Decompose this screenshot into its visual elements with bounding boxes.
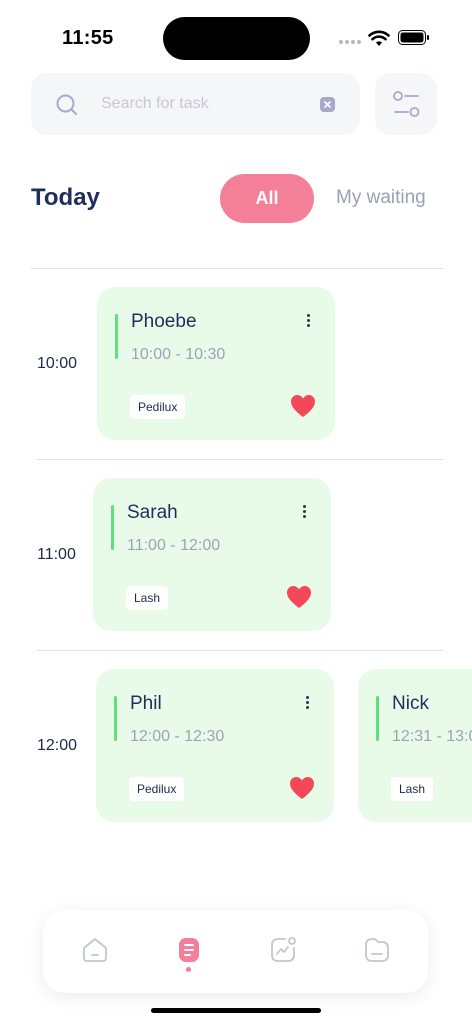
search-box[interactable] [31, 73, 360, 135]
search-input[interactable] [101, 91, 301, 117]
bottom-nav [43, 910, 428, 993]
heart-icon[interactable] [286, 585, 312, 609]
signal-icon [339, 40, 361, 44]
appointment-card-phil[interactable]: Phil 12:00 - 12:30 Pedilux [96, 669, 334, 822]
divider [37, 650, 443, 651]
service-tag: Pedilux [129, 777, 185, 801]
tab-my-waiting[interactable]: My waiting [336, 187, 426, 209]
more-options-icon[interactable] [305, 314, 311, 328]
divider [37, 459, 443, 460]
heart-icon[interactable] [290, 394, 316, 418]
dynamic-island [163, 17, 310, 60]
folder-icon[interactable] [363, 936, 391, 964]
service-tag: Lash [391, 777, 434, 801]
home-icon[interactable] [81, 936, 109, 964]
appointment-card-phoebe[interactable]: Phoebe 10:00 - 10:30 Pedilux [97, 287, 335, 440]
client-name: Nick [392, 693, 429, 714]
card-accent-bar [111, 505, 114, 550]
card-accent-bar [114, 696, 117, 741]
time-slot-label: 10:00 [37, 355, 78, 372]
more-options-icon[interactable] [301, 505, 307, 519]
filter-button[interactable] [375, 73, 437, 135]
service-tag: Lash [126, 586, 169, 610]
appointment-time: 11:00 - 12:00 [127, 537, 221, 554]
appointment-time: 12:31 - 13:01 [392, 728, 472, 745]
filter-icon [393, 91, 420, 117]
appointment-card-nick[interactable]: Nick 12:31 - 13:01 Lash [358, 669, 472, 822]
time-slot-label: 12:00 [37, 737, 78, 754]
card-accent-bar [115, 314, 118, 359]
card-accent-bar [376, 696, 379, 741]
appointment-time: 12:00 - 12:30 [130, 728, 225, 745]
more-options-icon[interactable] [304, 696, 310, 710]
battery-icon [398, 30, 429, 45]
appointment-time: 10:00 - 10:30 [131, 346, 226, 363]
client-name: Sarah [127, 502, 178, 523]
client-name: Phil [130, 693, 162, 714]
page-title: Today [31, 184, 100, 211]
task-list-icon[interactable] [175, 936, 203, 964]
service-tag: Pedilux [130, 395, 186, 419]
time-slot-label: 11:00 [37, 546, 76, 563]
heart-icon[interactable] [289, 776, 315, 800]
wifi-icon [368, 30, 390, 46]
stats-icon[interactable] [269, 936, 297, 964]
search-icon [56, 94, 77, 115]
active-indicator [186, 967, 191, 972]
home-indicator [151, 1008, 321, 1013]
appointment-card-sarah[interactable]: Sarah 11:00 - 12:00 Lash [93, 478, 331, 631]
clear-search-icon[interactable] [320, 97, 335, 112]
status-time: 11:55 [62, 27, 114, 49]
client-name: Phoebe [131, 311, 197, 332]
divider [31, 268, 443, 269]
tab-all[interactable]: All [220, 174, 314, 223]
